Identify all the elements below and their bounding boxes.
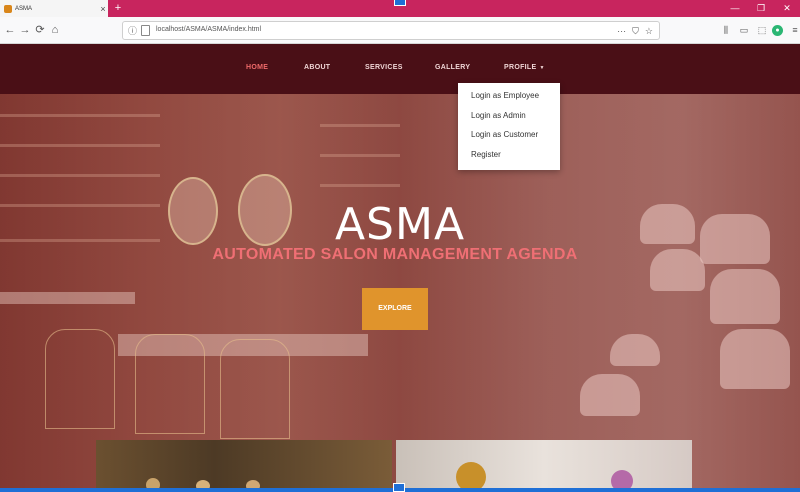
hero-title: ASMA [334, 199, 466, 250]
shelf-decoration [320, 124, 400, 127]
page-icon [141, 25, 150, 36]
reload-icon[interactable]: ⟳ [33, 23, 47, 37]
shelf-decoration [320, 154, 400, 157]
explore-button[interactable]: EXPLORE [362, 288, 428, 330]
nav-home[interactable]: HOME [246, 64, 268, 71]
minimize-button[interactable]: — [722, 0, 748, 17]
sidebar-icon[interactable]: ▭ [737, 23, 751, 37]
shelf-decoration [0, 144, 160, 147]
home-icon[interactable]: ⌂ [48, 23, 62, 37]
chair-decoration [45, 329, 115, 429]
stool-decoration [580, 374, 640, 416]
nav-services[interactable]: SERVICES [365, 64, 403, 71]
resize-handle[interactable] [393, 483, 405, 492]
window-controls: — ❐ ✕ [722, 0, 800, 17]
nav-profile-label: PROFILE [504, 64, 537, 71]
menu-item-register[interactable]: Register [471, 148, 560, 168]
new-tab-button[interactable]: + [112, 0, 124, 17]
info-icon[interactable]: ⓘ [128, 25, 138, 37]
profile-dropdown-menu: Login as Employee Login as Admin Login a… [458, 83, 560, 170]
pedicure-chair-decoration [720, 329, 790, 389]
favicon-icon [4, 4, 12, 13]
nav-about[interactable]: ABOUT [304, 64, 330, 71]
shelf-decoration [0, 174, 160, 177]
menu-item-login-admin[interactable]: Login as Admin [471, 109, 560, 129]
chevron-down-icon: ▼ [539, 65, 545, 71]
maximize-button[interactable]: ❐ [748, 0, 774, 17]
nav-gallery[interactable]: GALLERY [435, 64, 470, 71]
close-tab-icon[interactable]: × [98, 4, 108, 14]
website: HOME ABOUT SERVICES GALLERY PROFILE ▼ Log… [0, 44, 800, 492]
close-window-button[interactable]: ✕ [774, 0, 800, 17]
address-bar-actions: ··· ⛉ ☆ [617, 24, 653, 38]
tab-title: ASMA [15, 5, 33, 12]
counter-decoration [0, 292, 135, 304]
bookmark-star-icon[interactable]: ☆ [645, 24, 653, 38]
feature-card-image[interactable] [396, 440, 692, 492]
forward-icon[interactable]: → [18, 23, 32, 37]
page-actions-icon[interactable]: ··· [617, 24, 626, 38]
extension-icon[interactable]: ● [772, 25, 783, 36]
stool-decoration [610, 334, 660, 366]
site-navbar: HOME ABOUT SERVICES GALLERY PROFILE ▼ [0, 44, 800, 94]
browser-tab-strip: ASMA × + — ❐ ✕ [0, 0, 800, 17]
shelf-decoration [0, 114, 160, 117]
menu-item-login-employee[interactable]: Login as Employee [471, 89, 560, 109]
menu-item-login-customer[interactable]: Login as Customer [471, 128, 560, 148]
back-icon[interactable]: ← [3, 23, 17, 37]
url-text[interactable]: localhost/ASMA/ASMA/index.html [156, 26, 261, 33]
screenshot-icon[interactable]: ⬚ [755, 23, 769, 37]
window-drag-handle[interactable] [394, 0, 406, 6]
nav-profile[interactable]: PROFILE ▼ [504, 64, 545, 71]
menu-icon[interactable]: ≡ [788, 23, 800, 37]
hero-background-image [0, 44, 800, 492]
chair-decoration [220, 339, 290, 439]
browser-tab[interactable]: ASMA × [0, 0, 108, 17]
pedicure-chair-decoration [710, 269, 780, 324]
library-icon[interactable]: ⫼ [719, 23, 733, 37]
feature-card-image[interactable] [96, 440, 392, 492]
hero-subtitle: AUTOMATED SALON MANAGEMENT AGENDA [212, 246, 578, 263]
browser-toolbar: ← → ⟳ ⌂ ⓘ localhost/ASMA/ASMA/index.html… [0, 17, 800, 44]
pocket-icon[interactable]: ⛉ [632, 24, 639, 38]
address-bar[interactable]: ⓘ localhost/ASMA/ASMA/index.html ··· ⛉ ☆ [122, 21, 660, 40]
chair-decoration [135, 334, 205, 434]
shelf-decoration [320, 184, 400, 187]
